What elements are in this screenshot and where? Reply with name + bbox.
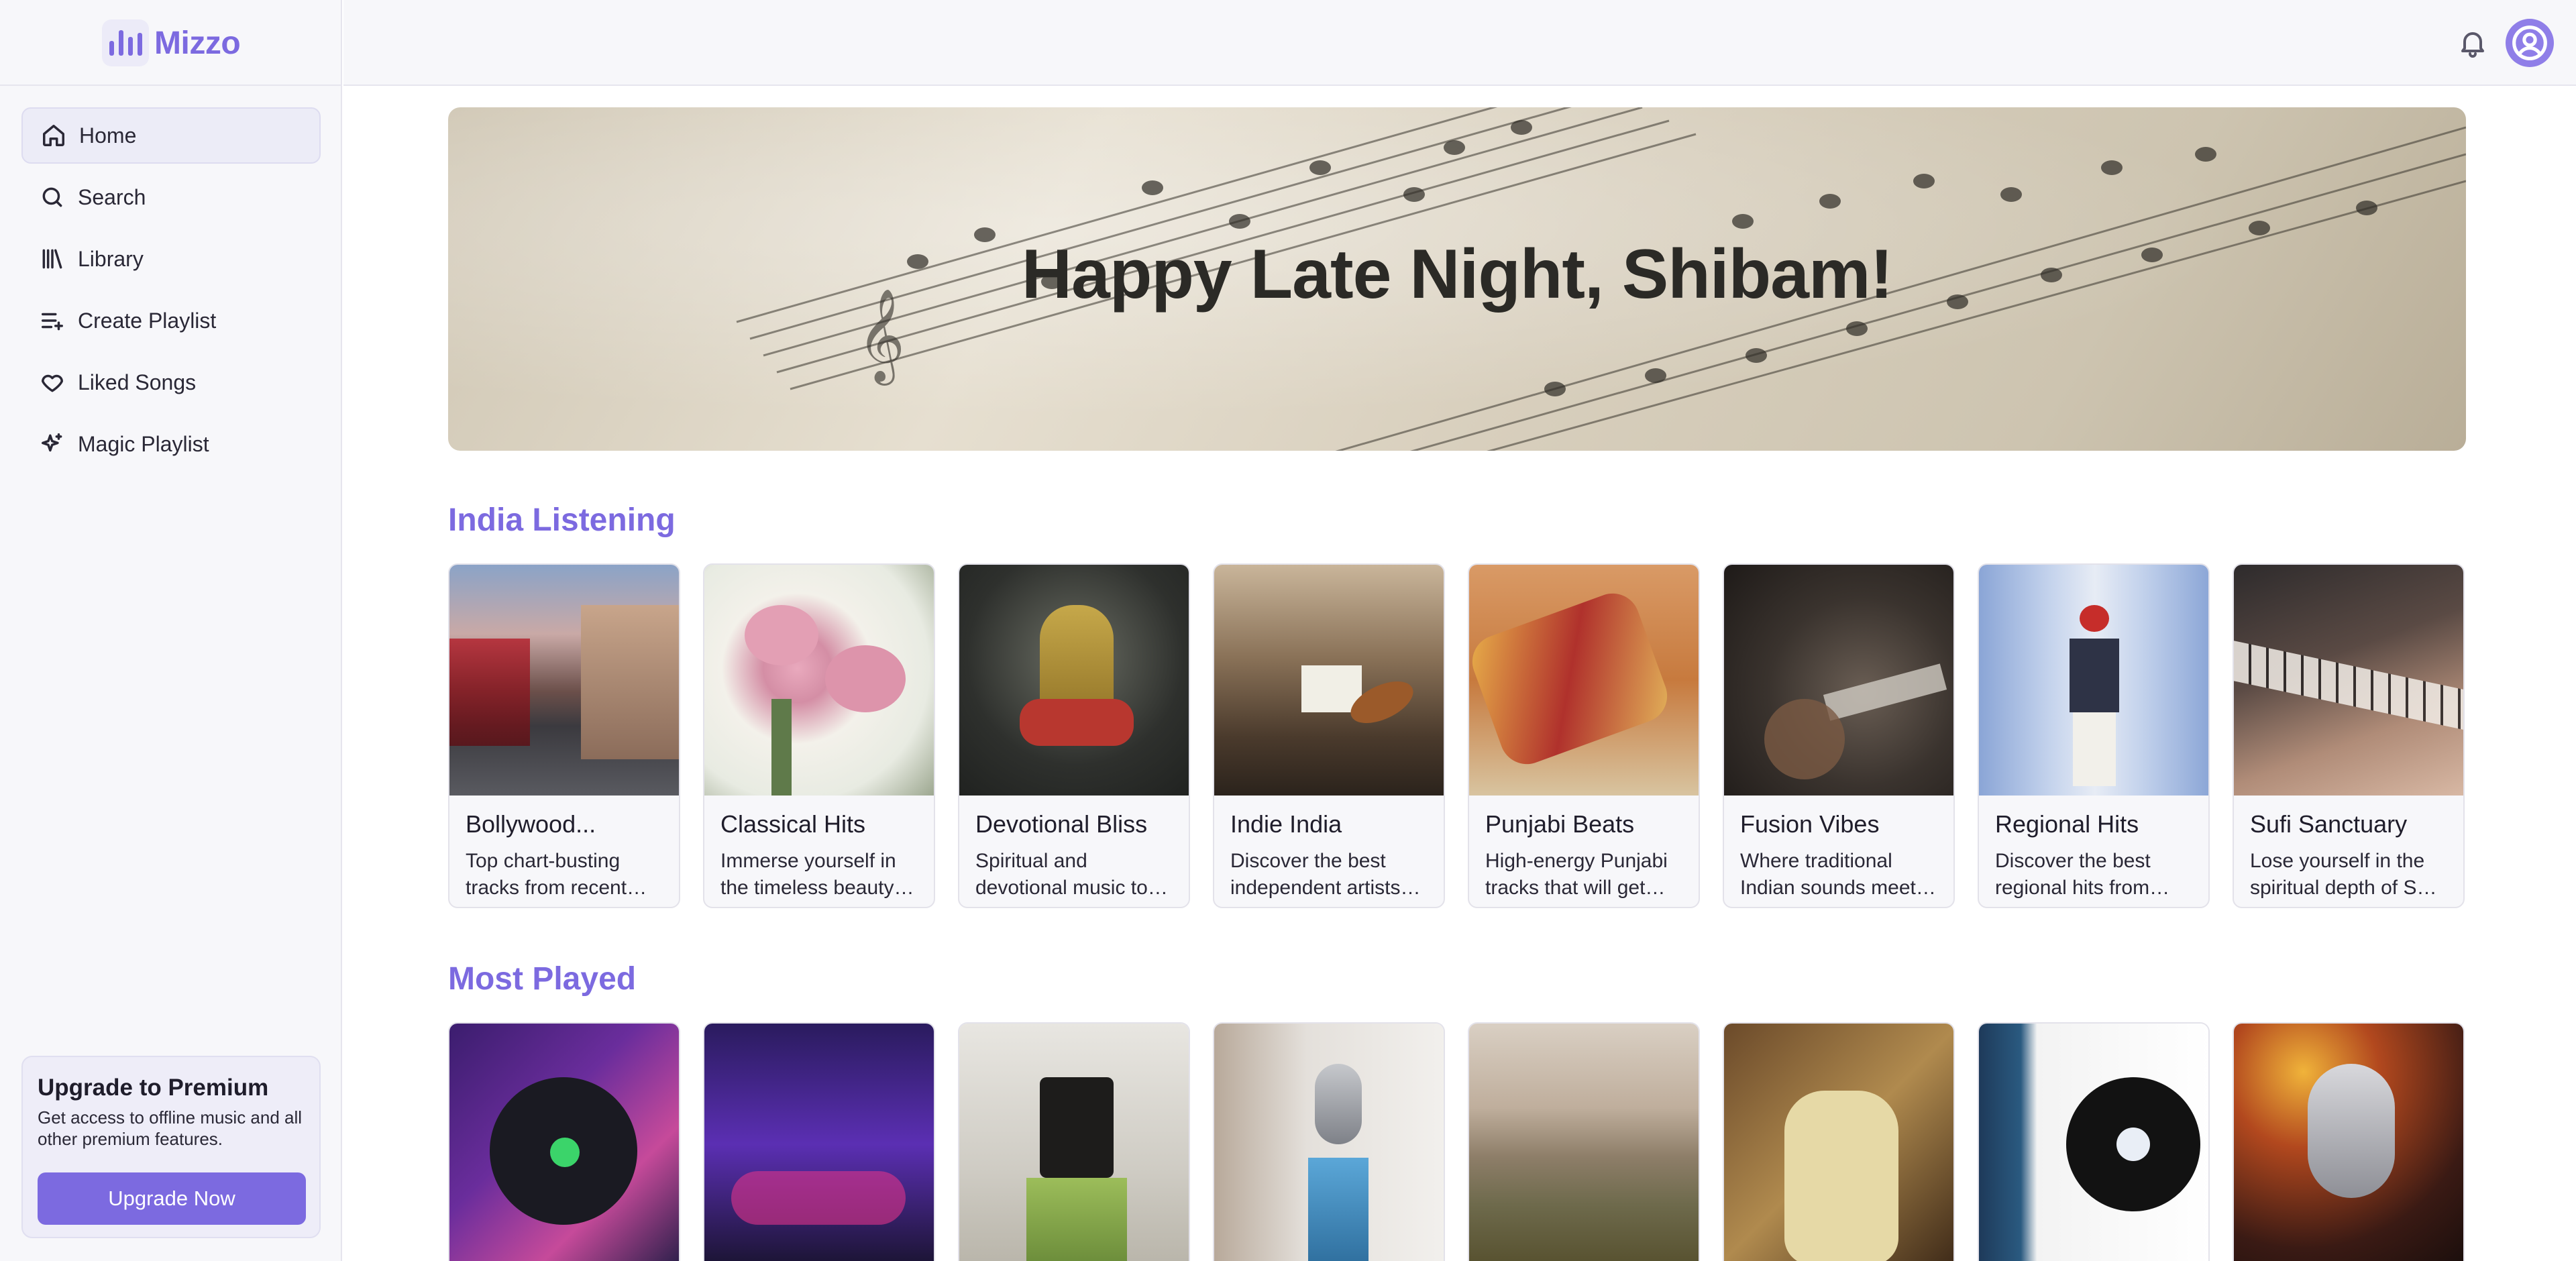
sidebar-item-create-playlist[interactable]: Create Playlist	[21, 292, 321, 349]
app-window: Mizzo Home Search Library Create Playlis…	[0, 0, 2576, 1261]
sparkle-icon	[39, 431, 66, 457]
playlist-card[interactable]	[703, 1022, 935, 1261]
playlist-row-india-listening: Bollywood... Top chart-busting tracks fr…	[448, 563, 2466, 908]
playlist-card[interactable]: Sufi Sanctuary Lose yourself in the spir…	[2233, 563, 2465, 908]
playlist-cover-image	[1724, 1024, 1953, 1261]
section-title-most-played: Most Played	[448, 961, 637, 997]
playlist-cover-image	[704, 565, 934, 796]
playlist-cover-image	[1469, 565, 1699, 796]
playlist-cover-image	[449, 565, 679, 796]
add-list-icon	[39, 307, 66, 334]
playlist-cover-image	[1724, 565, 1953, 796]
playlist-card[interactable]: Fusion Vibes Where traditional Indian so…	[1723, 563, 1955, 908]
playlist-cover-image	[449, 1024, 679, 1261]
playlist-description: High-energy Punjabi tracks that will get…	[1485, 850, 1668, 899]
sidebar-nav: Home Search Library Create Playlist Like…	[21, 107, 321, 478]
playlist-card[interactable]	[2233, 1022, 2465, 1261]
sidebar-item-label: Library	[78, 246, 144, 271]
playlist-cover-image	[959, 1024, 1189, 1261]
playlist-card[interactable]	[1468, 1022, 1700, 1261]
library-icon	[39, 245, 66, 272]
playlist-card[interactable]: Bollywood... Top chart-busting tracks fr…	[448, 563, 680, 908]
sidebar-item-magic-playlist[interactable]: Magic Playlist	[21, 416, 321, 472]
bar-chart-logo-icon	[102, 19, 149, 66]
search-icon	[39, 184, 66, 211]
playlist-title: Indie India	[1230, 810, 1342, 838]
brand-logo[interactable]: Mizzo	[102, 19, 241, 67]
playlist-card[interactable]	[958, 1022, 1190, 1261]
playlist-card[interactable]: Regional Hits Discover the best regional…	[1978, 563, 2210, 908]
sidebar-item-label: Home	[79, 123, 137, 148]
playlist-cover-image	[1979, 1024, 2208, 1261]
premium-title: Upgrade to Premium	[38, 1075, 269, 1101]
upgrade-now-button[interactable]: Upgrade Now	[38, 1172, 306, 1225]
playlist-row-most-played	[448, 1022, 2466, 1261]
sidebar-item-liked-songs[interactable]: Liked Songs	[21, 354, 321, 410]
playlist-card[interactable]: Classical Hits Immerse yourself in the t…	[703, 563, 935, 908]
sidebar-item-label: Search	[78, 184, 146, 209]
playlist-title: Sufi Sanctuary	[2250, 810, 2408, 838]
playlist-cover-image	[704, 1024, 934, 1261]
playlist-card[interactable]: Punjabi Beats High-energy Punjabi tracks…	[1468, 563, 1700, 908]
sidebar-item-search[interactable]: Search	[21, 169, 321, 225]
divider	[0, 85, 342, 86]
playlist-description: Discover the best regional hits from acr…	[1995, 850, 2151, 899]
playlist-description: Top chart-busting tracks from recent Bol…	[466, 850, 627, 899]
brand-name: Mizzo	[154, 25, 241, 61]
playlist-title: Regional Hits	[1995, 810, 2139, 838]
playlist-card[interactable]: Devotional Bliss Spiritual and devotiona…	[958, 563, 1190, 908]
playlist-cover-image	[1979, 565, 2208, 796]
sidebar: Mizzo Home Search Library Create Playlis…	[0, 0, 342, 1261]
playlist-title: Fusion Vibes	[1740, 810, 1880, 838]
playlist-card[interactable]	[448, 1022, 680, 1261]
sidebar-item-label: Create Playlist	[78, 308, 217, 333]
playlist-card[interactable]: Indie India Discover the best independen…	[1213, 563, 1445, 908]
sidebar-item-library[interactable]: Library	[21, 231, 321, 287]
playlist-cover-image	[959, 565, 1189, 796]
playlist-card[interactable]	[1978, 1022, 2210, 1261]
home-icon	[40, 122, 67, 149]
playlist-title: Punjabi Beats	[1485, 810, 1635, 838]
greeting-heading: Happy Late Night, Shibam!	[1021, 235, 1893, 313]
playlist-cover-image	[2234, 565, 2463, 796]
playlist-cover-image	[1214, 1024, 1444, 1261]
playlist-title: Classical Hits	[720, 810, 866, 838]
top-bar	[343, 0, 2576, 86]
sidebar-item-label: Liked Songs	[78, 370, 197, 394]
playlist-description: Discover the best independent artists fr…	[1230, 850, 1401, 899]
playlist-card[interactable]	[1213, 1022, 1445, 1261]
premium-upsell-card: Upgrade to Premium Get access to offline…	[21, 1056, 321, 1238]
sidebar-item-label: Magic Playlist	[78, 431, 209, 456]
playlist-title: Bollywood...	[466, 810, 596, 838]
section-title-india-listening: India Listening	[448, 502, 676, 538]
playlist-description: Spiritual and devotional music to soothe…	[975, 850, 1148, 899]
playlist-card[interactable]	[1723, 1022, 1955, 1261]
playlist-description: Where traditional Indian sounds meet mod…	[1740, 850, 1916, 899]
bell-icon[interactable]	[2457, 27, 2489, 59]
playlist-description: Immerse yourself in the timeless beauty …	[720, 850, 916, 899]
premium-description: Get access to offline music and all othe…	[38, 1107, 303, 1149]
hero-banner: 𝄞 Happy Late Night, Shibam!	[448, 107, 2466, 451]
playlist-title: Devotional Bliss	[975, 810, 1148, 838]
playlist-description: Lose yourself in the spiritual depth of …	[2250, 850, 2438, 899]
heart-icon	[39, 369, 66, 396]
sidebar-item-home[interactable]: Home	[21, 107, 321, 164]
user-circle-icon[interactable]	[2506, 19, 2554, 67]
playlist-cover-image	[2234, 1024, 2463, 1261]
playlist-cover-image	[1469, 1024, 1699, 1261]
playlist-cover-image	[1214, 565, 1444, 796]
